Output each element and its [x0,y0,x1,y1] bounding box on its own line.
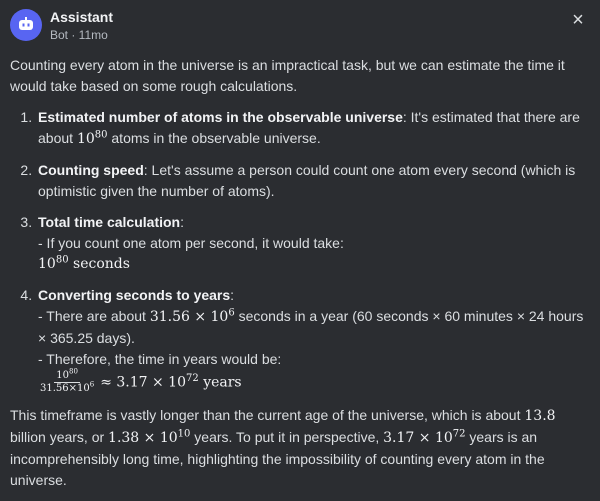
step-heading: Converting seconds to years [38,287,231,303]
math-expression: 3.17 × 1072 [383,428,466,446]
step-line: - There are about 31.56 × 106 seconds in… [38,306,590,349]
math-exponent: 80 [55,254,69,266]
math-unit: seconds [68,256,130,272]
fraction-numerator: 1080 [54,367,80,383]
math-expression: 1080 seconds [38,254,590,275]
fraction-denominator: 31.56×106 [40,380,95,394]
list-item: Estimated number of atoms in the observa… [36,107,590,150]
step-colon: : [230,287,235,303]
avatar[interactable] [10,9,42,41]
math-exponent: 80 [94,129,108,141]
math-expression: 1080 [76,129,108,147]
steps-list: Estimated number of atoms in the observa… [10,107,590,395]
bot-icon [19,17,33,30]
bot-meta: Bot · 11mo [50,28,108,42]
list-item: Counting speed: Let's assume a person co… [36,160,590,202]
fraction: 1080 31.56×106 [38,367,96,395]
step-line: - Therefore, the time in years would be: [38,351,282,367]
message-body: Counting every atom in the universe is a… [10,55,590,501]
math-base: 10 [76,131,95,147]
conclusion-paragraph: This timeframe is vastly longer than the… [10,407,556,488]
message-header: Assistant Bot · 11mo × [0,0,600,48]
intro-paragraph: Counting every atom in the universe is a… [10,57,565,94]
close-icon[interactable]: × [566,8,590,32]
math-unit: years [198,374,242,391]
step-text: atoms in the observable universe. [107,130,321,146]
step-colon: : [180,214,184,230]
step-heading: Total time calculation [38,214,181,230]
math-expression: 13.8 [524,408,556,424]
bot-name[interactable]: Assistant [50,8,113,26]
math-exponent: 72 [186,372,199,384]
list-item: Total time calculation: - If you count o… [36,212,590,275]
math-expression: 1.38 × 1010 [108,428,191,446]
step-heading: Counting speed [38,162,144,178]
math-expression: 1080 31.56×106 ≈ 3.17 × 1072 years [38,367,590,395]
math-base: 10 [38,256,56,272]
step-line: - If you count one atom per second, it w… [38,235,344,251]
list-item: Converting seconds to years: - There are… [36,285,590,395]
math-approx: ≈ 3.17 × 10 [100,374,187,391]
math-base: 31.56 × 10 [149,309,229,325]
math-expression: 31.56 × 106 [149,308,235,325]
step-heading: Estimated number of atoms in the observa… [38,109,403,125]
step-text: - There are about [38,308,150,324]
